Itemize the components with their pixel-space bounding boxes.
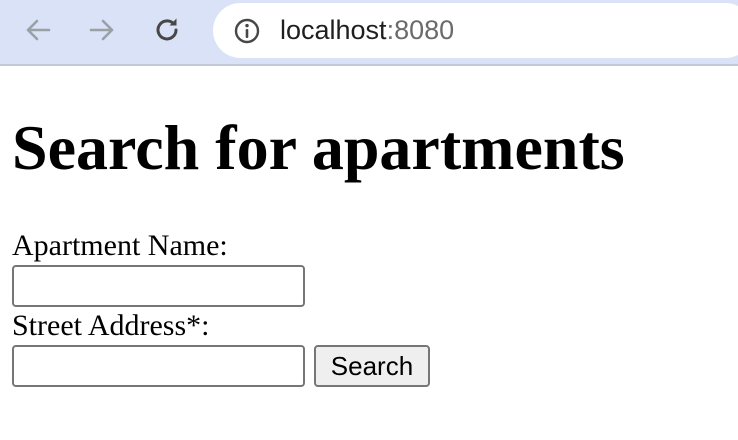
street-address-label: Street Address*: [12, 309, 210, 342]
reload-button[interactable] [151, 14, 183, 46]
url-text[interactable]: localhost:8080 [280, 13, 454, 47]
info-icon[interactable] [233, 17, 261, 45]
url-port: :8080 [386, 15, 455, 45]
browser-toolbar: localhost:8080 [0, 0, 738, 66]
arrow-right-icon [89, 19, 114, 41]
street-address-input[interactable] [12, 345, 305, 387]
arrow-left-icon [26, 19, 51, 41]
url-host: localhost [280, 15, 387, 45]
search-button[interactable]: Search [314, 345, 430, 387]
back-button[interactable] [22, 14, 54, 46]
apartment-name-input[interactable] [12, 265, 305, 307]
page-title: Search for apartments [12, 112, 625, 183]
reload-icon [156, 18, 178, 41]
forward-button[interactable] [86, 14, 118, 46]
address-bar[interactable]: localhost:8080 [213, 3, 738, 58]
apartment-name-label: Apartment Name: [12, 229, 228, 262]
